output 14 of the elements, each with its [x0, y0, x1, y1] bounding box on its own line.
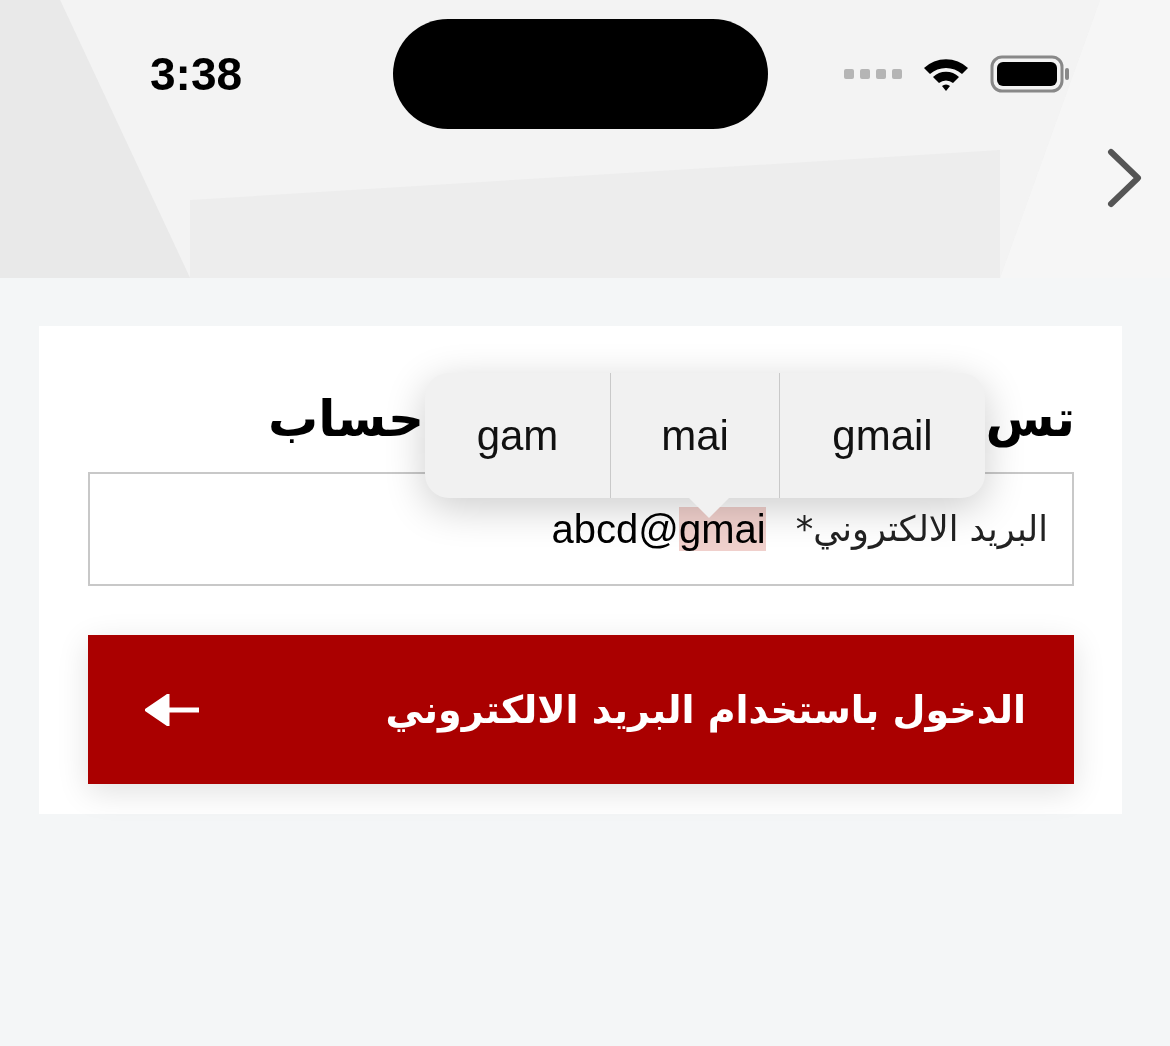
wifi-icon — [922, 56, 970, 92]
field-label: البريد الالكتروني* — [795, 509, 1048, 549]
text-selection: gmai — [678, 506, 766, 551]
status-time: 3:38 — [150, 47, 244, 101]
suggestion-item[interactable]: gmail — [779, 373, 985, 498]
title-text: حساب — [268, 390, 424, 448]
suggestion-item[interactable]: mai — [610, 373, 779, 498]
chevron-right-icon[interactable] — [1106, 148, 1144, 208]
email-login-button[interactable]: الدخول باستخدام البريد الالكتروني — [88, 635, 1074, 784]
battery-icon — [990, 55, 1070, 93]
title-text: تس — [985, 390, 1075, 448]
field-value: abcd@gmai — [551, 506, 766, 552]
arrow-left-icon — [145, 693, 199, 726]
signal-icon — [844, 68, 902, 80]
